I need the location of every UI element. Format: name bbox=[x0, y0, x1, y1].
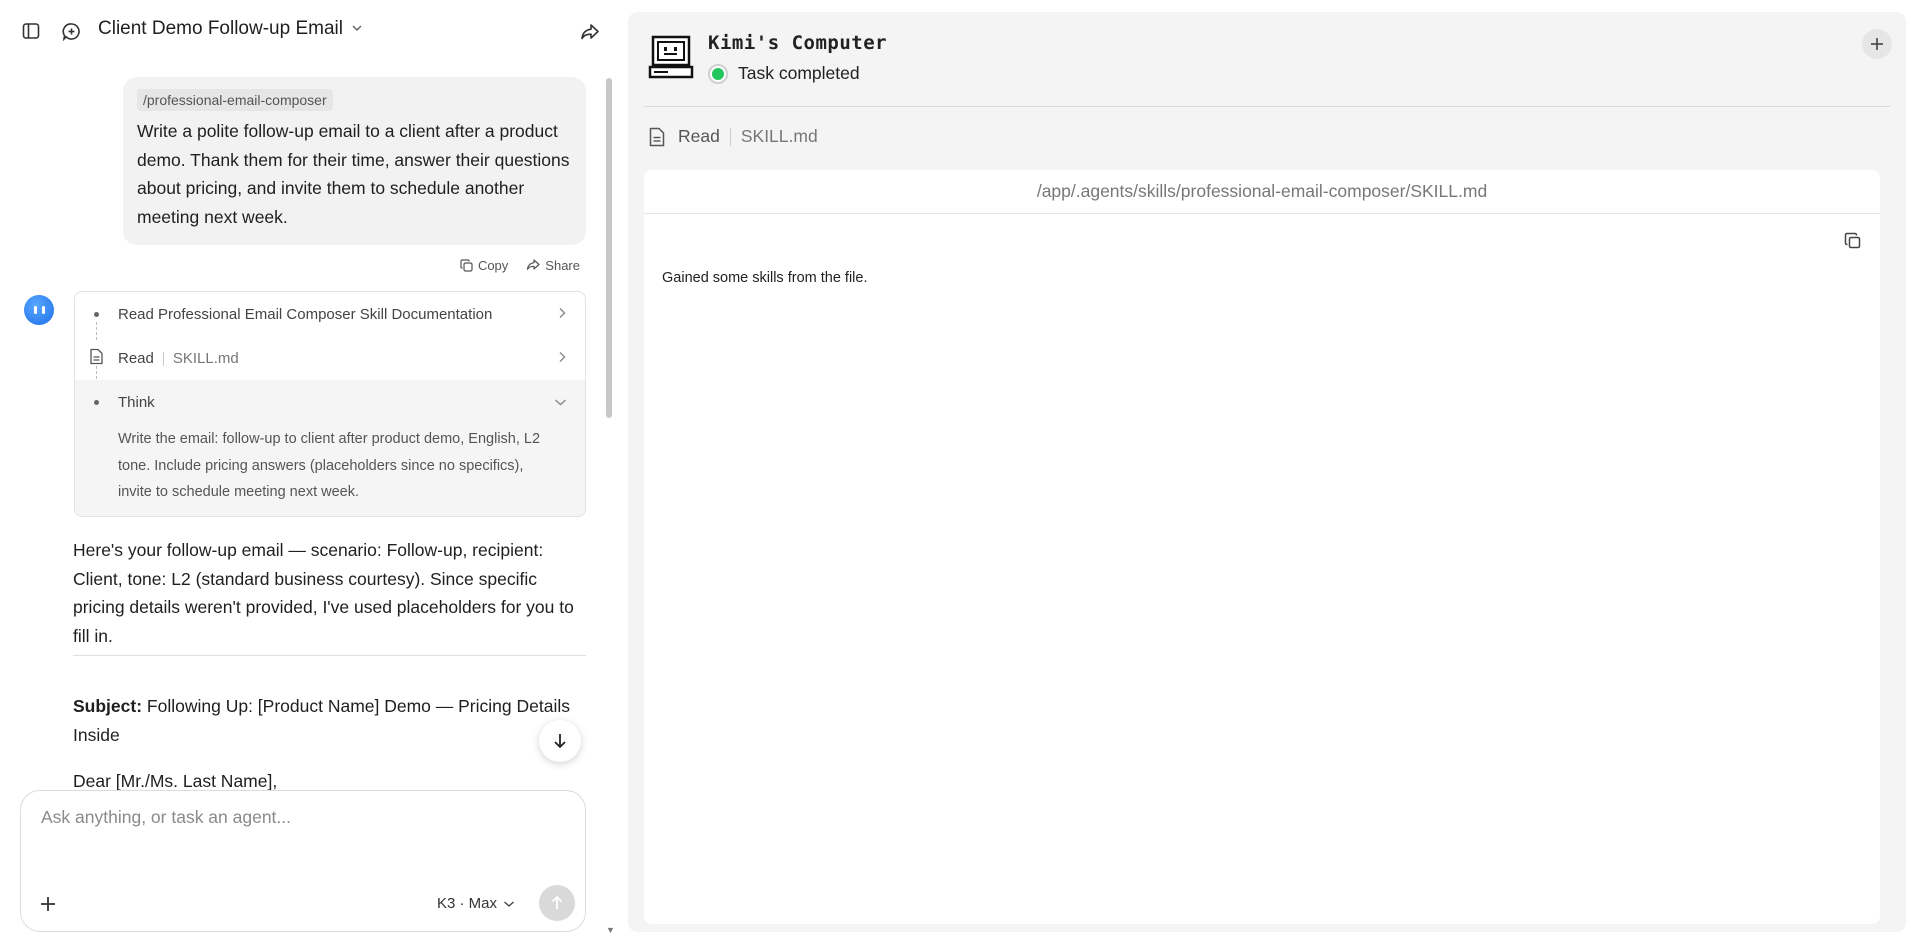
file-content: Gained some skills from the file. bbox=[662, 270, 868, 286]
think-text: Write the email: follow-up to client aft… bbox=[118, 431, 541, 500]
scroll-down-arrow[interactable]: ▼ bbox=[606, 925, 615, 935]
tool-action: Read bbox=[678, 126, 720, 146]
step-action: Read bbox=[118, 349, 154, 367]
tool-file: SKILL.md bbox=[740, 126, 818, 146]
share-icon bbox=[527, 259, 540, 270]
computer-title: Kimi's Computer bbox=[708, 32, 888, 54]
arrow-up-icon bbox=[551, 895, 563, 909]
divider bbox=[73, 655, 586, 656]
subject-label: Subject: bbox=[73, 696, 143, 716]
arrow-down-icon bbox=[554, 734, 566, 749]
assistant-avatar bbox=[24, 295, 54, 325]
step-file: SKILL.md bbox=[172, 349, 239, 367]
scrollbar-thumb[interactable] bbox=[606, 78, 612, 418]
assistant-reply-intro: Here's your follow-up email — scenario: … bbox=[73, 540, 574, 646]
chat-header: Client Demo Follow-up Email bbox=[0, 0, 620, 62]
file-icon bbox=[89, 348, 104, 369]
chat-scroll-area[interactable]: /professional-email-composer Write a pol… bbox=[0, 62, 620, 790]
computer-panel: Kimi's Computer Task completed Read SKIL… bbox=[628, 12, 1906, 932]
chevron-down-icon bbox=[351, 22, 363, 37]
message-actions: Copy Share bbox=[460, 258, 580, 273]
copy-icon bbox=[1844, 232, 1861, 249]
file-icon bbox=[648, 127, 666, 147]
task-status: Task completed bbox=[708, 63, 860, 84]
send-button[interactable] bbox=[539, 885, 575, 921]
step-read-skill-doc[interactable]: Read Professional Email Composer Skill D… bbox=[75, 292, 585, 336]
computer-icon bbox=[648, 34, 694, 85]
email-subject: Subject: Following Up: [Product Name] De… bbox=[73, 692, 588, 749]
user-message-text: Write a polite follow-up email to a clie… bbox=[137, 121, 570, 227]
add-attachment-button[interactable] bbox=[39, 891, 57, 917]
composer: K3 · Max bbox=[20, 790, 586, 932]
status-indicator bbox=[708, 63, 728, 84]
expand-button[interactable] bbox=[1862, 29, 1892, 59]
divider bbox=[644, 106, 1890, 107]
step-bullet bbox=[94, 311, 99, 317]
step-label: Read SKILL.md bbox=[118, 350, 239, 367]
chevron-right-icon bbox=[557, 306, 567, 323]
tool-call-row: Read SKILL.md bbox=[648, 126, 818, 147]
model-selector[interactable]: K3 · Max bbox=[437, 895, 515, 912]
step-label: Think bbox=[118, 393, 155, 411]
chat-title-dropdown[interactable]: Client Demo Follow-up Email bbox=[98, 18, 363, 40]
new-chat-icon[interactable] bbox=[60, 20, 82, 42]
chat-input[interactable] bbox=[41, 807, 561, 828]
scroll-to-bottom-button[interactable] bbox=[539, 720, 581, 762]
user-message: /professional-email-composer Write a pol… bbox=[123, 77, 586, 245]
step-think-header[interactable]: Think bbox=[75, 380, 585, 424]
step-read-file[interactable]: Read SKILL.md bbox=[75, 336, 585, 380]
subject-text: Following Up: [Product Name] Demo — Pric… bbox=[73, 696, 570, 745]
model-label: K3 · Max bbox=[436, 895, 497, 912]
copy-content-button[interactable] bbox=[1844, 232, 1862, 255]
sidebar-toggle-icon[interactable] bbox=[20, 20, 42, 42]
agent-steps-panel: Read Professional Email Composer Skill D… bbox=[74, 291, 586, 517]
skill-command-tag: /professional-email-composer bbox=[137, 89, 333, 111]
step-think[interactable]: Think Write the email: follow-up to clie… bbox=[75, 380, 585, 516]
plus-icon bbox=[41, 897, 55, 911]
chat-title: Client Demo Follow-up Email bbox=[98, 18, 343, 39]
chevron-down-icon bbox=[504, 900, 514, 907]
share-message-button[interactable]: Share bbox=[526, 258, 580, 273]
step-bullet bbox=[94, 399, 99, 405]
chevron-right-icon bbox=[557, 350, 567, 367]
status-text: Task completed bbox=[738, 63, 860, 83]
share-label: Share bbox=[545, 258, 580, 273]
file-viewer: /app/.agents/skills/professional-email-c… bbox=[644, 170, 1880, 924]
copy-icon bbox=[460, 259, 473, 272]
chevron-down-icon bbox=[554, 394, 567, 411]
step-label: Read Professional Email Composer Skill D… bbox=[118, 305, 493, 323]
copy-button[interactable]: Copy bbox=[460, 258, 508, 273]
share-icon[interactable] bbox=[578, 20, 602, 44]
copy-label: Copy bbox=[477, 258, 509, 273]
chat-panel: Client Demo Follow-up Email /professiona… bbox=[0, 0, 620, 945]
app: Client Demo Follow-up Email /professiona… bbox=[0, 0, 1914, 945]
email-greeting: Dear [Mr./Ms. Last Name], bbox=[73, 771, 278, 790]
plus-icon bbox=[1871, 38, 1883, 50]
file-path: /app/.agents/skills/professional-email-c… bbox=[644, 170, 1880, 214]
